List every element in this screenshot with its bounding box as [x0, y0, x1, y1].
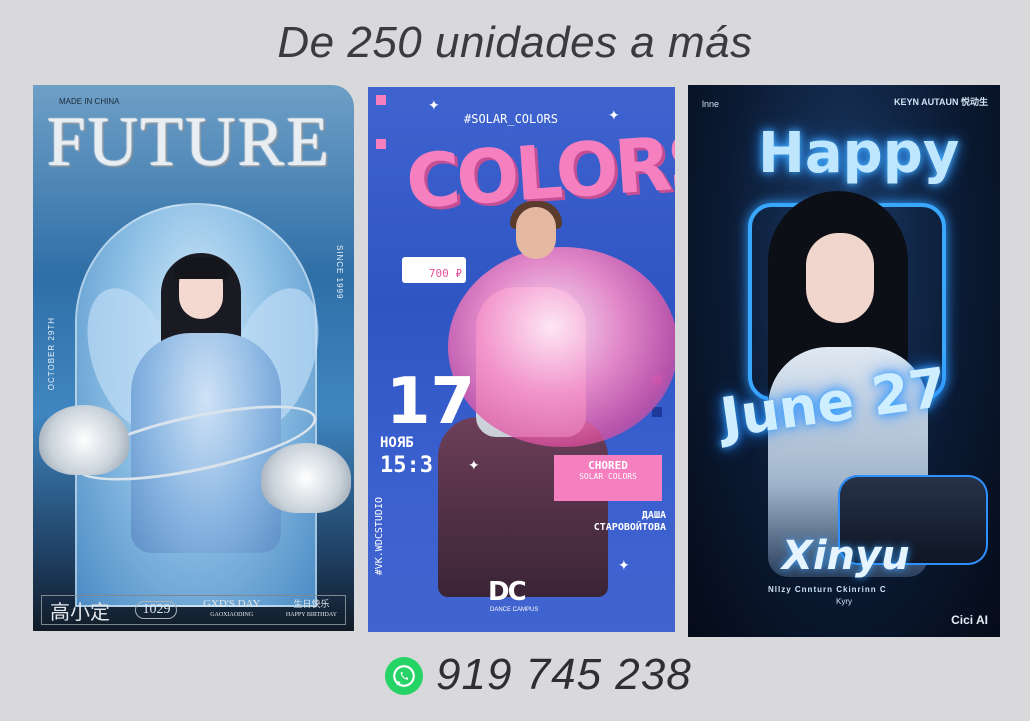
day-title: GXD'S DAY	[202, 598, 261, 610]
subtitle: Nllzy Cnnturn Ckinrinn C	[768, 585, 887, 594]
teacher-last: СТАРОВОЙТОВА	[593, 522, 666, 533]
dc-logo: DC	[488, 577, 527, 607]
pink-blob	[448, 247, 675, 447]
model-face	[806, 233, 874, 323]
top-left-logo: lnne	[702, 99, 720, 109]
chored-box: CHORED SOLAR COLORS	[554, 455, 662, 501]
birthday-en: HAPPY BIRTHDAY	[285, 612, 337, 618]
sparkle-icon: ✦	[618, 557, 630, 573]
poster-colors: #SOLAR_COLORS COLORS 700 ₽ 17 НОЯБ 15:3 …	[368, 87, 675, 632]
hashtag: #SOLAR_COLORS	[464, 112, 558, 126]
pink-square	[376, 95, 386, 105]
flower-right	[261, 443, 351, 513]
chinese-name: 高小定	[50, 601, 110, 624]
price-tag: 700 ₽	[402, 257, 466, 283]
sparkle-icon: ✦	[428, 97, 440, 113]
whatsapp-icon[interactable]	[385, 657, 423, 695]
phone-number[interactable]: 919 745 238	[436, 650, 692, 700]
name-title: Xinyu	[782, 533, 910, 579]
future-title: FUTURE	[47, 104, 332, 181]
whatsapp-glyph-icon	[393, 665, 415, 687]
day-block: GXD'S DAY GAOXIAODING	[203, 599, 261, 621]
event-time: 15:3	[380, 453, 433, 478]
sparkle-icon: ✦	[468, 457, 480, 473]
sparkle-icon: ✦	[608, 107, 620, 123]
page-heading: De 250 unidades a más	[277, 18, 753, 67]
happy-title: Happy	[758, 121, 960, 186]
teacher-name: ДАША СТАРОВОЙТОВА	[546, 510, 666, 534]
dc-logo-sub: DANCE CAMPUS	[490, 607, 539, 613]
day-sub: GAOXIAODING	[210, 612, 254, 618]
dancer-face	[516, 207, 556, 259]
model-bangs	[173, 257, 229, 279]
teacher-first: ДАША	[641, 510, 666, 521]
since-label: SINCE 1999	[335, 245, 344, 300]
poster-future: MADE IN CHINA FUTURE SINCE 1999 OCTOBER …	[33, 85, 354, 631]
pink-square	[376, 139, 386, 149]
chored-title: CHORED	[588, 459, 628, 472]
poster-happy: lnne KEYN AUTAUN 悦动生 Happy June 27 Xinyu…	[688, 85, 1000, 637]
date-number: 1029	[135, 601, 178, 619]
date-label: OCTOBER 29TH	[47, 317, 56, 391]
birthday-cn: 生日快乐	[293, 599, 330, 609]
event-day: 17	[386, 365, 476, 439]
top-right-text: KEYN AUTAUN 悦动生	[894, 97, 988, 107]
event-month: НОЯБ	[380, 435, 414, 451]
chored-sub: SOLAR COLORS	[579, 472, 637, 481]
birthday-block: 生日快乐 HAPPY BIRTHDAY	[286, 599, 337, 621]
brand-label: Cici AI	[951, 613, 988, 627]
subtitle-2: Kyry	[836, 597, 852, 606]
flower-left	[39, 405, 129, 475]
future-bottom-bar: 高小定 1029 GXD'S DAY GAOXIAODING 生日快乐 HAPP…	[41, 595, 346, 625]
vk-handle: #VK.WDCSTUDIO	[374, 497, 385, 576]
